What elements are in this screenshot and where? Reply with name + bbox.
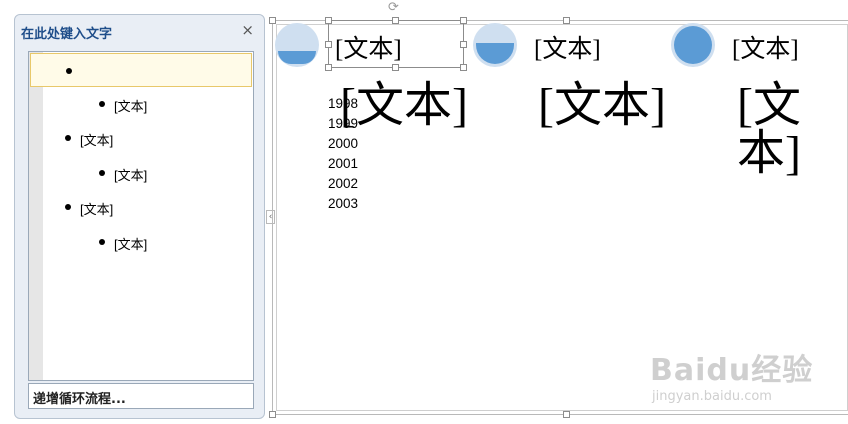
shape-label-small[interactable]: [文本] [534, 29, 601, 65]
circle-fill [278, 51, 316, 64]
bullet-icon [99, 101, 105, 107]
resize-handle[interactable] [325, 17, 332, 24]
resize-handle[interactable] [460, 64, 467, 71]
list-item-text[interactable]: [文本] [114, 165, 147, 184]
bullet-icon [65, 135, 71, 141]
year-item: 1998 [328, 96, 359, 111]
resize-handle[interactable] [392, 17, 399, 24]
resize-handle[interactable] [563, 17, 570, 24]
smartart-layout-link[interactable]: 递增循环流程... [28, 383, 254, 409]
shape-label-large[interactable]: [文本] [340, 82, 468, 130]
bullet-icon [99, 239, 105, 245]
list-item[interactable]: [文本] [30, 121, 252, 155]
bullet-list[interactable]: [文本] [文本] [文本] [文本] [文本] [28, 51, 254, 381]
year-item: 2000 [328, 136, 359, 151]
progress-circle[interactable] [275, 23, 319, 67]
resize-handle[interactable] [269, 411, 276, 418]
list-item-text[interactable]: [文本] [80, 199, 113, 218]
list-item-text[interactable]: [文本] [80, 130, 113, 149]
year-item: 2002 [328, 176, 359, 191]
pane-title: 在此处键入文字 [21, 27, 113, 42]
year-item: 1999 [328, 116, 359, 131]
year-list: 1998 1999 2000 2001 2002 2003 [328, 94, 358, 214]
resize-handle[interactable] [392, 64, 399, 71]
list-item[interactable]: [文本] [30, 190, 252, 224]
list-item[interactable]: [文本] [30, 225, 252, 259]
year-item: 2003 [328, 196, 359, 211]
bullet-icon [65, 204, 71, 210]
resize-handle[interactable] [325, 64, 332, 71]
list-item-text[interactable]: [文本] [114, 234, 147, 253]
watermark-logo: Baidu经验 [650, 353, 814, 388]
bullet-icon [99, 170, 105, 176]
shape-label-large[interactable]: [文本] [737, 82, 848, 178]
resize-handle[interactable] [269, 17, 276, 24]
text-pane: 在此处键入文字 × [文本] [文本] [文本] [文本] [文本] 递增循环流… [14, 14, 265, 419]
resize-handle[interactable] [325, 41, 332, 48]
close-icon[interactable]: × [241, 21, 254, 39]
shape-label-large[interactable]: [文本] [538, 82, 666, 130]
progress-circle[interactable] [473, 23, 517, 67]
shape-label-small[interactable]: [文本] [335, 29, 402, 65]
circle-fill [674, 26, 712, 64]
list-item-text[interactable]: [文本] [114, 96, 147, 115]
progress-circle[interactable] [671, 23, 715, 67]
resize-handle[interactable] [460, 41, 467, 48]
resize-handle[interactable] [563, 411, 570, 418]
resize-handle[interactable] [460, 17, 467, 24]
list-item[interactable]: [文本] [30, 156, 252, 190]
watermark-url: jingyan.baidu.com [652, 389, 772, 404]
rotate-handle-icon[interactable]: ⟳ [388, 0, 402, 15]
list-item[interactable] [30, 53, 252, 87]
bullet-icon [66, 68, 72, 74]
year-item: 2001 [328, 156, 359, 171]
baidu-watermark: Baidu经验 jingyan.baidu.com [650, 345, 814, 404]
list-item[interactable]: [文本] [30, 87, 252, 121]
shape-label-small[interactable]: [文本] [732, 29, 799, 65]
circle-fill [476, 43, 514, 64]
